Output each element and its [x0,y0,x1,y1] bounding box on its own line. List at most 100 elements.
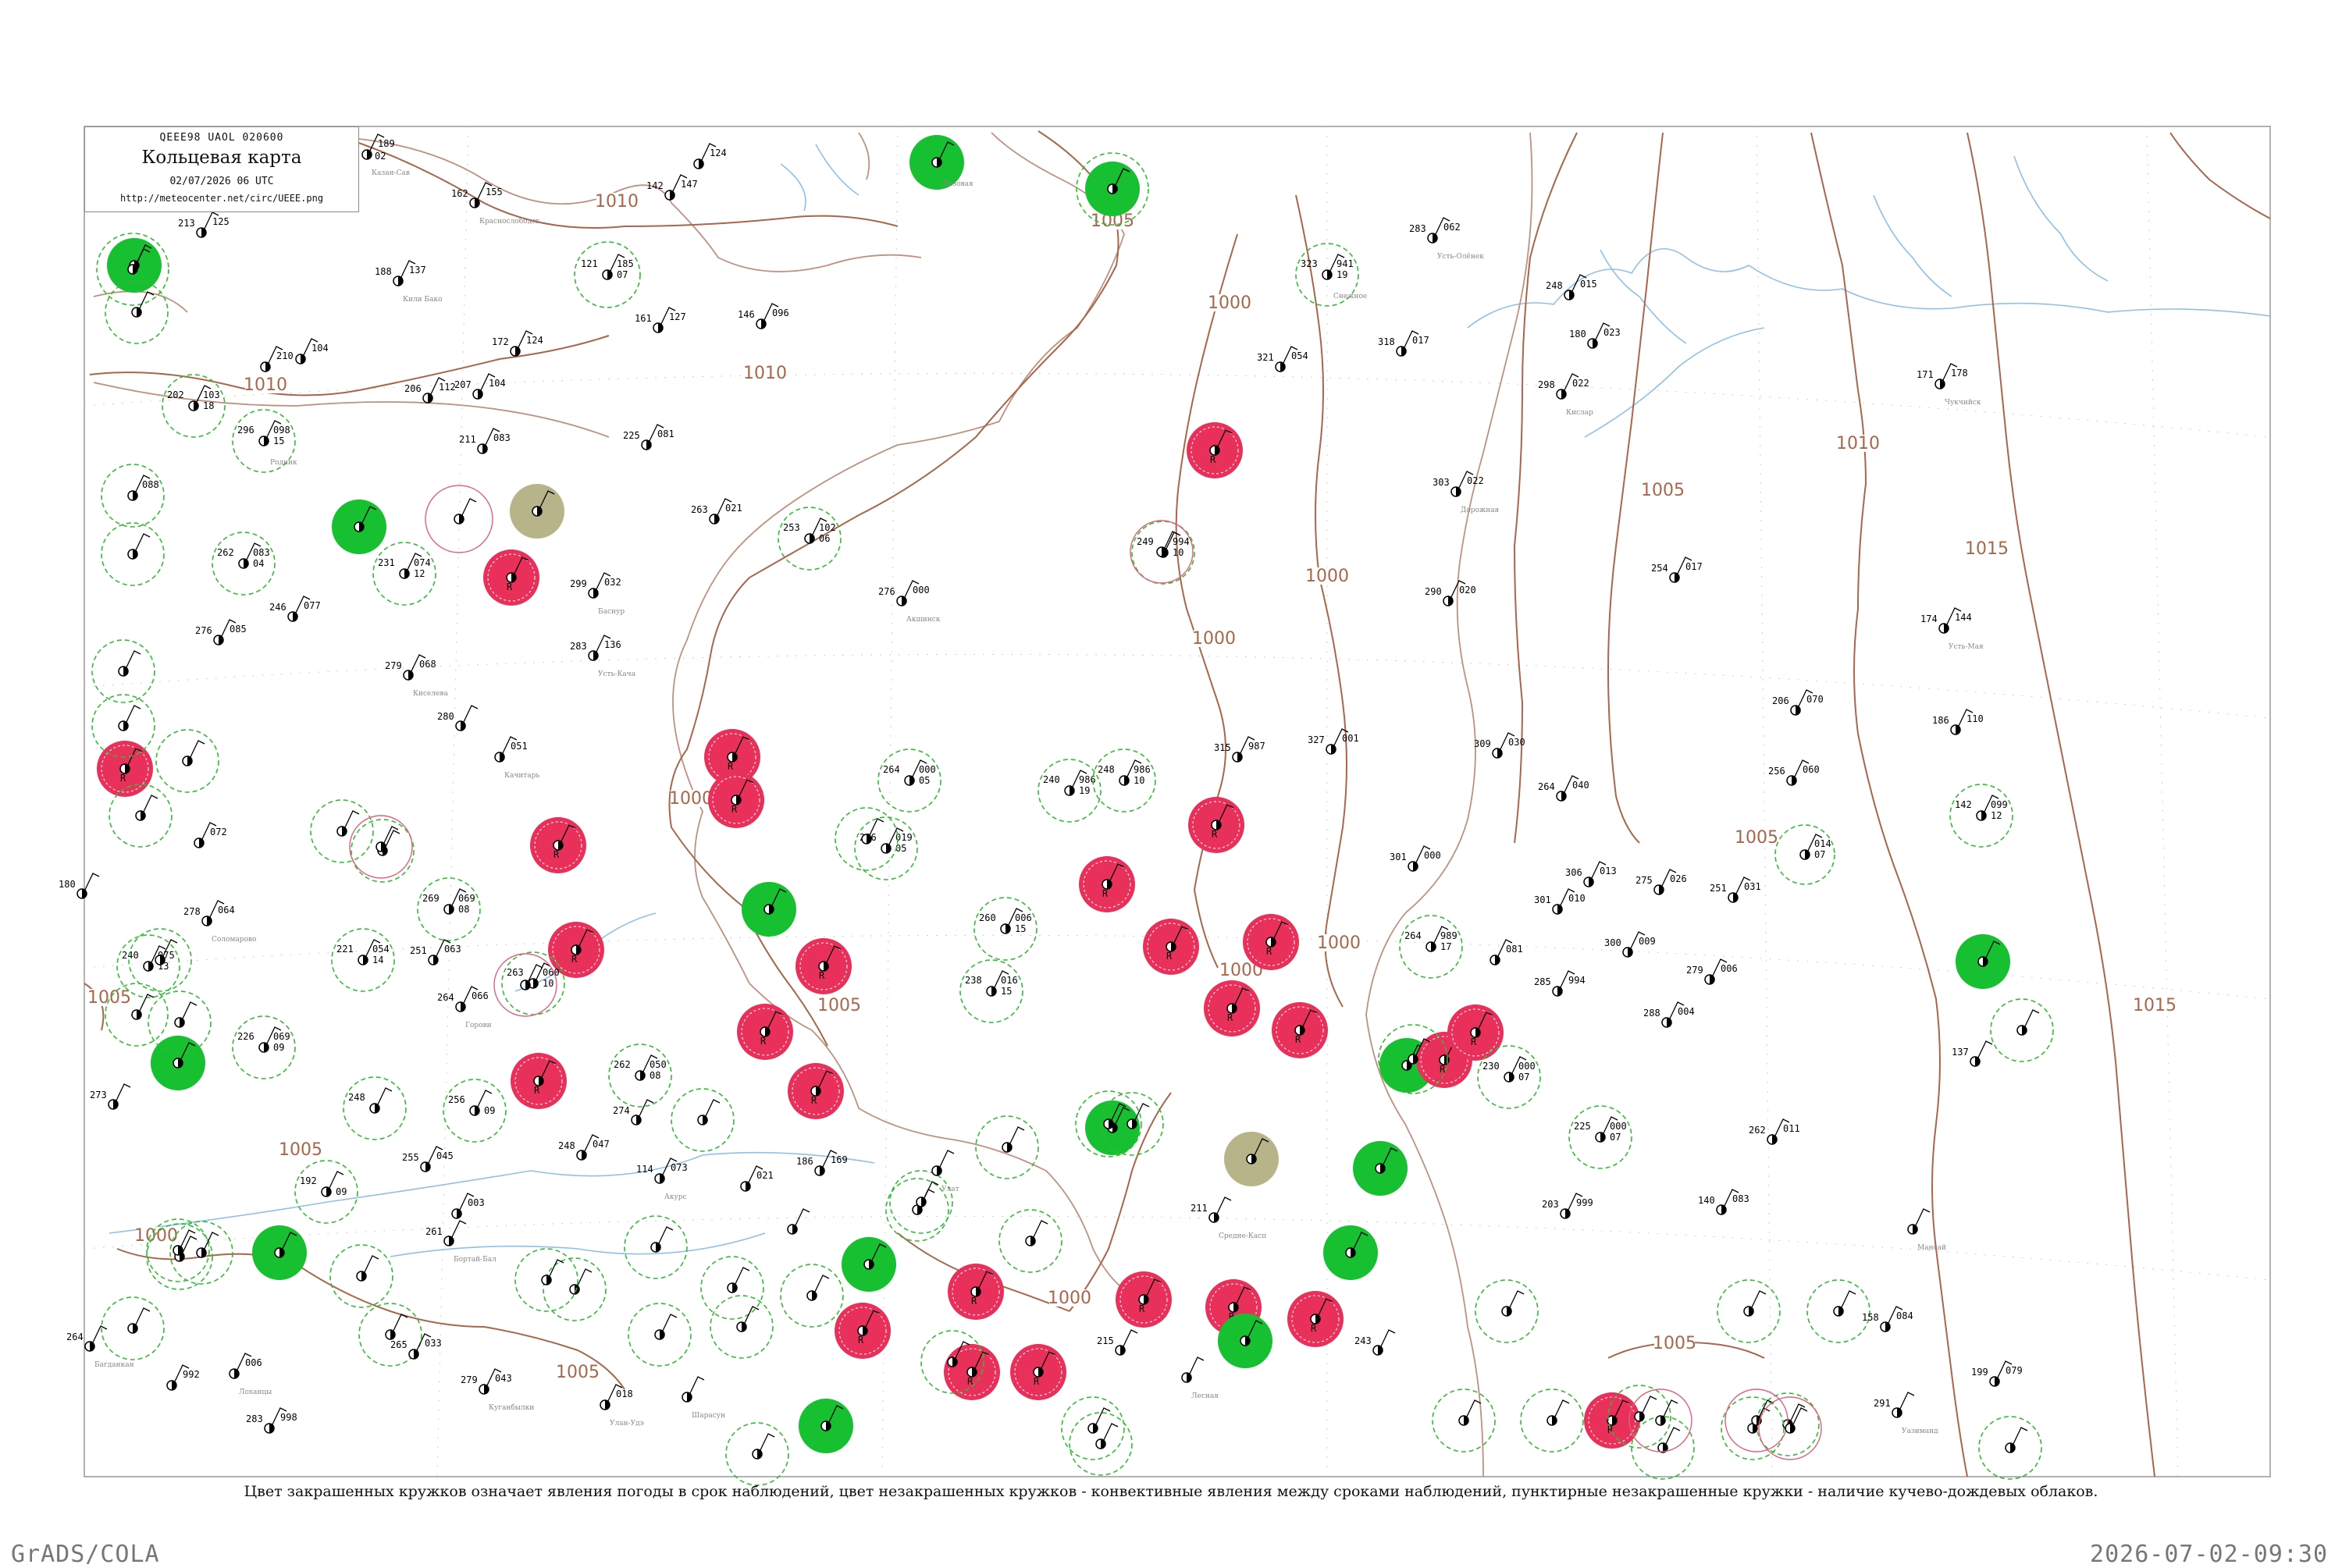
station-thunder[interactable]: Ŕ [795,938,852,994]
station-thunder[interactable]: Ŕ [1243,914,1299,970]
station-rain[interactable] [842,1237,896,1292]
station-temperature: 323 [1301,258,1318,269]
station-rain[interactable] [332,500,386,554]
station-temperature: 283 [246,1413,263,1424]
station-pressure: 006 [1015,912,1032,923]
station-pressure: 110 [1966,713,1984,724]
station-pressure: 030 [1508,737,1525,748]
station-temperature: 262 [1749,1125,1766,1136]
station-thunder[interactable]: Ŕ [1204,980,1260,1036]
station-name: Качитарь [504,772,539,780]
map-header: QEEE98 UAOL 020600 Кольцевая карта 02/07… [84,126,359,212]
station-thunder[interactable]: Ŕ [708,772,764,828]
station-temperature: 301 [1534,894,1551,905]
station-temperature: 315 [1214,742,1231,753]
station-rain[interactable] [252,1225,307,1280]
station-temperature: 254 [1651,563,1668,574]
station-temperature: 263 [691,504,708,515]
station-temperature: 162 [451,188,468,199]
station-temperature: 240 [1043,774,1060,785]
station-name: Лесная [1191,1392,1219,1400]
station-dewpoint: 04 [253,558,264,569]
station-pressure: 016 [1001,975,1018,986]
station-thunder[interactable]: Ŕ [1447,1004,1504,1061]
station-temperature: 256 [1768,766,1785,777]
station-thunder[interactable]: Ŕ [1188,797,1244,853]
station-thunder[interactable]: Ŕ [1187,422,1243,478]
station-thunder[interactable]: Ŕ [1079,856,1135,912]
map-url[interactable]: http://meteocenter.net/circ/UEEE.png [85,193,358,204]
isobar-label: 1005 [1735,828,1778,848]
station-pressure: 014 [1814,838,1831,849]
station-dewpoint: 08 [458,904,469,915]
station-dewpoint: 15 [273,436,284,446]
station-temperature: 288 [1643,1008,1660,1019]
station-temperature: 251 [410,945,427,956]
station-name: Краснослободск [479,217,540,226]
station-thunder[interactable]: Ŕ [1272,1002,1328,1058]
station-thunder[interactable]: Ŕ [948,1264,1004,1320]
station-rain[interactable] [1353,1141,1408,1196]
station-name: Кислар [1566,409,1593,417]
station-pressure: 060 [543,967,560,978]
station-temperature: 186 [796,1156,813,1167]
station-pressure: 125 [212,216,230,227]
station-thunder[interactable]: Ŕ [1116,1271,1172,1328]
station-dewpoint: 15 [1001,986,1012,997]
station-temperature: 211 [1191,1203,1208,1214]
station-pressure: 169 [831,1154,848,1165]
station-temperature: 283 [1409,223,1426,234]
station-temperature: 248 [348,1092,365,1103]
station-name: Вязовая [943,180,973,188]
station-temperature: 251 [1710,883,1727,894]
station-pressure: 987 [1248,741,1265,752]
station-rain[interactable] [151,1036,205,1090]
station-pressure: 155 [486,187,503,197]
station-thunder[interactable]: Ŕ [511,1053,567,1109]
station-temperature: 306 [1565,867,1582,878]
station-rain[interactable] [1323,1225,1378,1280]
station-pressure: 068 [419,659,436,670]
station-temperature: 213 [178,218,195,229]
station-rain[interactable] [799,1399,853,1453]
isobar-label: 1015 [1965,539,2009,559]
station-thunder[interactable]: Ŕ [1143,919,1199,975]
station-thunder[interactable]: Ŕ [483,549,539,606]
station-temperature: 180 [59,879,76,890]
station-temperature: 290 [1425,586,1442,597]
station-thunder[interactable]: Ŕ [1287,1291,1344,1347]
station-rain[interactable] [1218,1314,1272,1368]
station-pressure: 085 [230,624,247,635]
station-temperature: 256 [448,1094,465,1105]
isobar-label: 1015 [2133,996,2176,1015]
station-rain[interactable] [1956,934,2010,989]
station-thunder[interactable]: Ŕ [835,1303,891,1359]
station-temperature: 269 [422,893,440,904]
station-dewpoint: 17 [1440,941,1451,952]
station-haze[interactable] [1224,1132,1279,1186]
station-name: Уазиманд [1902,1428,1938,1435]
station-pressure: 069 [458,893,475,904]
station-temperature: 248 [558,1140,575,1151]
station-pressure: 017 [1412,335,1429,346]
station-thunder[interactable]: Ŕ [737,1004,793,1060]
station-thunder[interactable]: Ŕ [530,817,586,873]
station-thunder[interactable]: Ŕ [788,1063,844,1119]
station-temperature: 255 [402,1152,419,1163]
station-pressure: 001 [1342,733,1359,744]
isobar-label: 1000 [1192,629,1236,649]
station-thunder[interactable]: Ŕ [1010,1344,1066,1400]
isobar-label: 1005 [1653,1334,1696,1353]
station-temperature: 262 [614,1059,631,1070]
station-thunder[interactable]: Ŕ [944,1344,1000,1400]
station-dewpoint: 14 [372,955,383,965]
station-temperature: 188 [375,266,392,277]
station-pressure: 022 [1467,475,1484,486]
station-temperature: 264 [66,1332,84,1342]
station-pressure: 124 [710,148,727,158]
station-rain[interactable] [742,882,796,937]
station-thunder[interactable]: Ŕ [1584,1392,1640,1449]
station-haze[interactable] [510,484,564,539]
station-temperature: 327 [1308,734,1325,745]
station-pressure: 017 [1685,561,1703,572]
